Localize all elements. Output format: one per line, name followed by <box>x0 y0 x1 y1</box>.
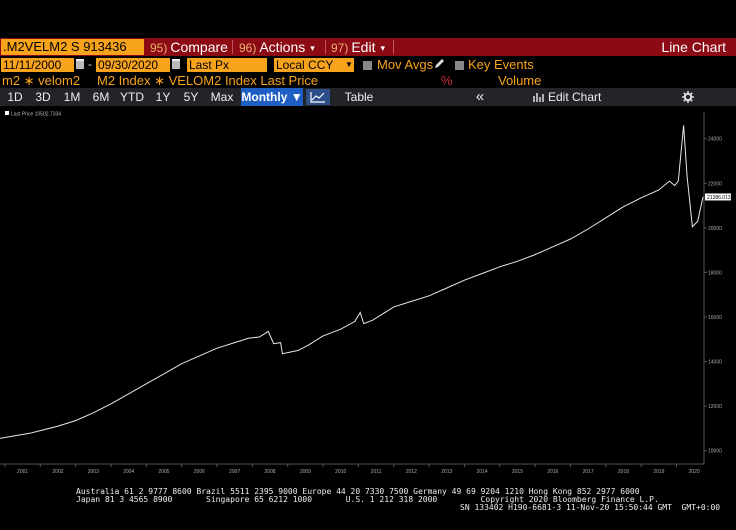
range-1m-button[interactable]: 1M <box>58 88 86 106</box>
date-separator: - <box>88 57 92 71</box>
x-tick-label: 2002 <box>52 469 63 475</box>
menu-separator <box>325 40 326 54</box>
x-tick-label: 2017 <box>583 469 594 475</box>
last-value-label: 21386.0137 <box>707 195 734 201</box>
edit-caret-icon: ▾ <box>380 43 385 53</box>
line-chart-icon <box>310 92 325 103</box>
x-tick-label: 2019 <box>653 469 664 475</box>
series-line <box>0 125 704 439</box>
x-tick-label: 2001 <box>17 469 28 475</box>
ticker-field[interactable]: .M2VELM2 S 913436 <box>1 39 144 55</box>
y-tick-label: 24000 <box>708 137 722 143</box>
x-tick-label: 2006 <box>194 469 205 475</box>
range-max-button[interactable]: Max <box>206 88 238 106</box>
menu-separator <box>232 40 233 54</box>
frequency-select[interactable]: Monthly ▼ <box>241 88 303 106</box>
y-tick-label: 16000 <box>708 315 722 321</box>
x-tick-label: 2012 <box>406 469 417 475</box>
edit-chart-icon[interactable] <box>533 91 547 103</box>
mov-avgs-label[interactable]: Mov Avgs <box>377 57 433 72</box>
range-ytd-button[interactable]: YTD <box>116 88 148 106</box>
x-tick-label: 2018 <box>618 469 629 475</box>
compare-menu-number: 95) <box>150 41 168 55</box>
gear-icon[interactable] <box>682 91 694 103</box>
edit-menu-number: 97) <box>331 41 349 55</box>
mov-avgs-checkbox[interactable] <box>363 61 372 70</box>
x-tick-label: 2004 <box>123 469 134 475</box>
calendar-icon[interactable] <box>172 59 180 69</box>
pencil-icon[interactable] <box>433 58 445 70</box>
currency-select[interactable]: Local CCY <box>274 58 344 72</box>
actions-caret-icon: ▾ <box>310 43 315 53</box>
start-date-input[interactable]: 11/11/2000 <box>1 58 74 72</box>
x-tick-label: 2013 <box>441 469 452 475</box>
legend-label: Last Price 10502.7334 <box>11 112 61 118</box>
line-chart-toggle[interactable] <box>306 89 330 105</box>
y-tick-label: 22000 <box>708 181 722 187</box>
x-tick-label: 2010 <box>335 469 346 475</box>
table-view-button[interactable]: Table <box>336 88 382 106</box>
y-tick-label: 20000 <box>708 226 722 232</box>
footer-session-line: SN 133402 H190-6681-3 11-Nov-20 15:50:44… <box>460 503 721 512</box>
chevron-down-icon[interactable]: ▼ <box>344 58 354 72</box>
chart-type-label[interactable]: Line Chart <box>661 38 726 56</box>
actions-menu[interactable]: 96) Actions ▾ <box>239 38 315 56</box>
y-tick-label: 12000 <box>708 404 722 410</box>
y-tick-label: 14000 <box>708 360 722 366</box>
range-1y-button[interactable]: 1Y <box>150 88 176 106</box>
compare-menu-label: Compare <box>170 39 228 55</box>
x-tick-label: 2014 <box>477 469 488 475</box>
series-expression[interactable]: M2 Index ∗ VELOM2 Index Last Price <box>97 73 318 89</box>
range-1d-button[interactable]: 1D <box>2 88 28 106</box>
key-events-checkbox[interactable] <box>455 61 464 70</box>
actions-menu-label: Actions <box>259 39 306 55</box>
x-tick-label: 2005 <box>158 469 169 475</box>
y-tick-label: 18000 <box>708 270 722 276</box>
y-tick-label: 10000 <box>708 449 722 455</box>
range-3d-button[interactable]: 3D <box>30 88 56 106</box>
x-tick-label: 2015 <box>512 469 523 475</box>
price-chart[interactable]: Last Price 10502.7334 10000 12000 14000 160… <box>0 106 736 486</box>
price-field-select[interactable]: Last Px <box>187 58 267 72</box>
end-date-input[interactable]: 09/30/2020 <box>96 58 170 72</box>
compare-menu[interactable]: 95) Compare <box>150 38 228 56</box>
volume-label[interactable]: Volume <box>498 73 541 89</box>
range-5y-button[interactable]: 5Y <box>178 88 204 106</box>
edit-menu[interactable]: 97) Edit ▾ <box>331 38 385 56</box>
x-tick-label: 2008 <box>264 469 275 475</box>
range-6m-button[interactable]: 6M <box>88 88 114 106</box>
actions-menu-number: 96) <box>239 41 257 55</box>
series-name[interactable]: m2 ∗ velom2 <box>2 73 80 89</box>
edit-menu-label: Edit <box>351 39 376 55</box>
x-tick-label: 2007 <box>229 469 240 475</box>
key-events-label[interactable]: Key Events <box>468 57 534 72</box>
x-tick-label: 2003 <box>88 469 99 475</box>
x-tick-label: 2016 <box>547 469 558 475</box>
x-tick-label: 2009 <box>300 469 311 475</box>
percent-toggle[interactable]: % <box>441 73 453 89</box>
x-tick-label: 2020 <box>689 469 700 475</box>
x-tick-label: 2011 <box>371 469 382 475</box>
legend-swatch <box>5 111 9 115</box>
calendar-icon[interactable] <box>76 59 84 69</box>
collapse-icon[interactable]: « <box>470 88 490 106</box>
menu-separator <box>393 40 394 54</box>
edit-chart-button[interactable]: Edit Chart <box>548 88 604 106</box>
